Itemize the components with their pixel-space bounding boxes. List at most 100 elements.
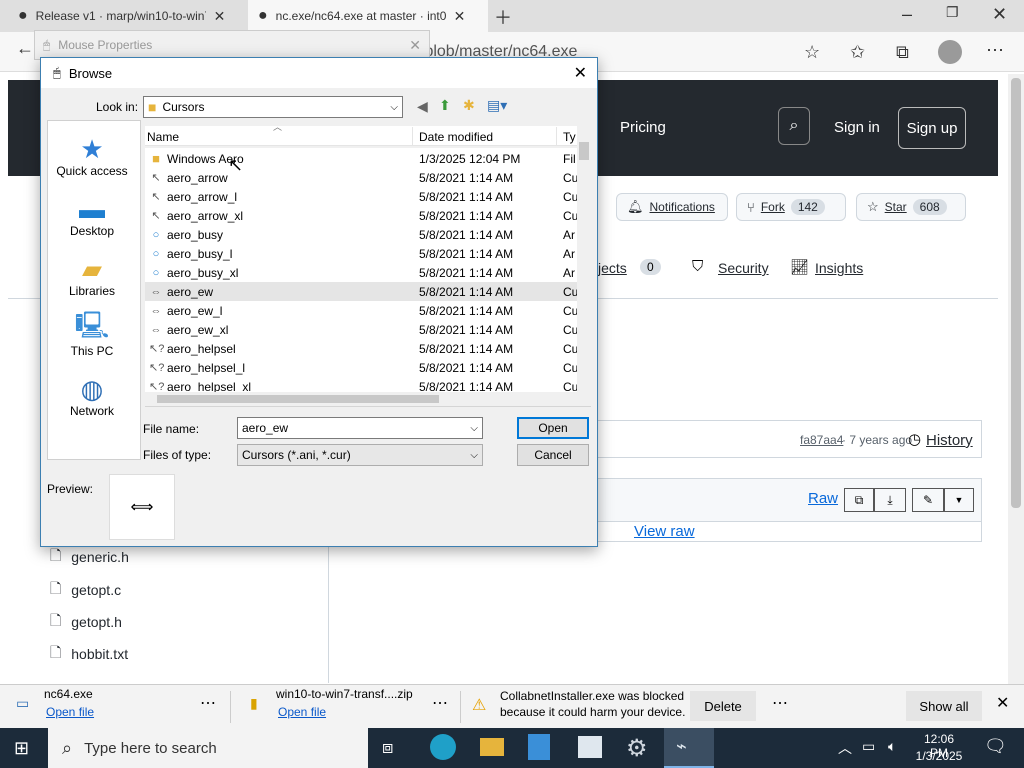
search-icon[interactable]: ⌕ — [778, 107, 810, 145]
delete-button[interactable]: Delete — [690, 691, 756, 721]
scrollbar-thumb[interactable] — [157, 395, 439, 403]
clock-date[interactable]: 1/3/2025 — [914, 749, 964, 763]
chevron-down-icon[interactable]: ▼ — [944, 488, 974, 512]
sign-in-link[interactable]: Sign in — [834, 119, 880, 136]
list-horizontal-scrollbar[interactable] — [145, 392, 577, 406]
file-explorer-icon[interactable] — [480, 738, 504, 756]
notification-center-icon[interactable]: 🗨︎ — [984, 736, 1007, 757]
minimize-icon[interactable]: – — [902, 4, 912, 25]
history-link[interactable]: History — [926, 432, 973, 449]
list-item[interactable]: ⇔ aero_ew_l 5/8/2021 1:14 AM Cu — [145, 301, 585, 320]
more-menu-icon[interactable]: ⋯ — [986, 40, 1004, 61]
close-icon[interactable]: ✕ — [409, 37, 421, 54]
copy-icon[interactable]: ⧉ — [844, 488, 874, 512]
mouse-app-taskbar-item[interactable]: ⌁ — [664, 728, 714, 768]
registry-icon[interactable] — [578, 736, 602, 758]
edit-pencil-icon[interactable]: ✎ — [912, 488, 944, 512]
close-tab-icon[interactable]: ✕ — [454, 8, 466, 25]
close-tab-icon[interactable]: ✕ — [214, 8, 226, 25]
scrollbar-thumb[interactable] — [1011, 78, 1021, 508]
list-item-windows-aero[interactable]: ■ Windows Aero 1/3/2025 12:04 PM Fil — [145, 149, 585, 168]
list-item[interactable]: ↖ aero_arrow 5/8/2021 1:14 AM Cu — [145, 168, 585, 187]
tab-projects[interactable]: jects — [598, 260, 627, 276]
favorite-star-icon[interactable]: ☆ — [804, 42, 820, 63]
tab-nc64[interactable]: ● nc.exe/nc64.exe at master · int0x ✕ — [248, 0, 488, 32]
up-folder-icon[interactable]: ⬆ — [439, 97, 451, 114]
open-file-link[interactable]: Open file — [46, 705, 94, 719]
view-raw-link[interactable]: View raw — [634, 523, 695, 540]
file-item[interactable]: 🗋 generic.h — [50, 545, 129, 569]
column-divider[interactable] — [412, 127, 413, 145]
profile-avatar[interactable] — [938, 40, 962, 64]
list-item[interactable]: ○ aero_busy_l 5/8/2021 1:14 AM Ar — [145, 244, 585, 263]
close-icon[interactable]: ✕ — [574, 63, 587, 83]
list-item[interactable]: ↖? aero_helpsel_l 5/8/2021 1:14 AM Cu — [145, 358, 585, 377]
tab-security[interactable]: Security — [718, 260, 769, 276]
network-icon[interactable]: ▭ — [862, 738, 875, 755]
list-item[interactable]: ⇔ aero_ew_xl 5/8/2021 1:14 AM Cu — [145, 320, 585, 339]
fork-button[interactable]: ⑂ Fork 142 — [736, 193, 846, 221]
open-file-link[interactable]: Open file — [278, 705, 326, 719]
column-divider[interactable] — [556, 127, 557, 145]
windows-start-icon[interactable]: ⊞ — [14, 738, 29, 759]
place-quick-access[interactable]: ★ Quick access — [49, 134, 135, 179]
back-icon[interactable]: ← — [16, 38, 34, 59]
new-folder-icon[interactable]: ✱ — [463, 97, 475, 114]
task-view-icon[interactable]: ⧈ — [382, 737, 393, 758]
list-item[interactable]: ↖ aero_arrow_l 5/8/2021 1:14 AM Cu — [145, 187, 585, 206]
view-menu-icon[interactable]: ▤▾ — [487, 97, 507, 114]
file-item[interactable]: 🗋 hobbit.txt — [50, 642, 128, 666]
collections-icon[interactable]: ⧉ — [896, 42, 909, 63]
list-item[interactable]: ↖ aero_arrow_xl 5/8/2021 1:14 AM Cu — [145, 206, 585, 225]
tab-release[interactable]: ● Release v1 · marp/win10-to-win7 ✕ — [8, 0, 244, 32]
more-options-icon[interactable]: ⋯ — [200, 693, 216, 713]
place-desktop[interactable]: ▬ Desktop — [49, 194, 135, 239]
notepad-icon[interactable] — [528, 734, 550, 760]
list-item[interactable]: ○ aero_busy 5/8/2021 1:14 AM Ar — [145, 225, 585, 244]
taskbar-search[interactable]: ⌕ Type here to search — [48, 728, 368, 768]
column-date[interactable]: Date modified — [419, 130, 493, 144]
more-options-icon[interactable]: ⋯ — [772, 693, 788, 713]
edge-icon[interactable] — [430, 734, 456, 760]
more-options-icon[interactable]: ⋯ — [432, 693, 448, 713]
favorites-icon[interactable]: ✩ — [850, 42, 865, 63]
column-type[interactable]: Ty — [563, 130, 576, 144]
sign-up-button[interactable]: Sign up — [898, 107, 966, 149]
column-name[interactable]: Name — [147, 130, 179, 144]
file-item[interactable]: 🗋 getopt.h — [50, 610, 122, 634]
close-window-icon[interactable]: ✕ — [992, 4, 1007, 25]
page-scrollbar[interactable] — [1008, 74, 1024, 684]
list-item[interactable]: ○ aero_busy_xl 5/8/2021 1:14 AM Ar — [145, 263, 585, 282]
file-type-select[interactable]: Cursors (*.ani, *.cur) ⌵ — [237, 444, 483, 466]
list-item-selected[interactable]: ⇔ aero_ew 5/8/2021 1:14 AM Cu — [145, 282, 585, 301]
place-label: Desktop — [69, 224, 115, 238]
list-item[interactable]: ↖? aero_helpsel 5/8/2021 1:14 AM Cu — [145, 339, 585, 358]
back-icon[interactable]: ◀ — [417, 98, 428, 115]
pricing-link[interactable]: Pricing — [620, 119, 666, 136]
cancel-button[interactable]: Cancel — [517, 444, 589, 466]
file-name-input[interactable]: aero_ew ⌵ — [237, 417, 483, 439]
chevron-up-icon[interactable]: ︿ — [838, 738, 852, 758]
scrollbar-thumb[interactable] — [579, 142, 589, 160]
place-network[interactable]: ◍ Network — [49, 374, 135, 419]
open-button[interactable]: Open — [517, 417, 589, 439]
look-in-select[interactable]: ■ Cursors ⌵ — [143, 96, 403, 118]
download-icon[interactable]: ⤓ — [874, 488, 906, 512]
list-vertical-scrollbar[interactable] — [577, 126, 591, 392]
show-all-button[interactable]: Show all — [906, 691, 982, 721]
list-item[interactable]: ↖? aero_helpsel_xl 5/8/2021 1:14 AM Cu — [145, 377, 585, 393]
new-tab-icon[interactable]: ＋ — [494, 4, 512, 30]
star-button[interactable]: ☆ Star 608 — [856, 193, 966, 221]
chevron-down-icon[interactable]: ⌵ — [470, 423, 478, 434]
volume-icon[interactable]: 🔈︎ — [888, 738, 896, 755]
tab-insights[interactable]: Insights — [815, 260, 863, 276]
place-libraries[interactable]: ▰ Libraries — [49, 254, 135, 299]
settings-gear-icon[interactable]: ⚙ — [626, 734, 648, 763]
place-this-pc[interactable]: 🖳 This PC — [49, 310, 135, 358]
commit-hash-link[interactable]: fa87aa4 — [800, 433, 843, 447]
restore-icon[interactable]: ❐ — [946, 4, 959, 21]
notifications-button[interactable]: 🔔︎ Notifications — [616, 193, 728, 221]
file-item[interactable]: 🗋 getopt.c — [50, 578, 121, 602]
close-icon[interactable]: ✕ — [996, 693, 1009, 713]
raw-link[interactable]: Raw — [808, 490, 838, 507]
